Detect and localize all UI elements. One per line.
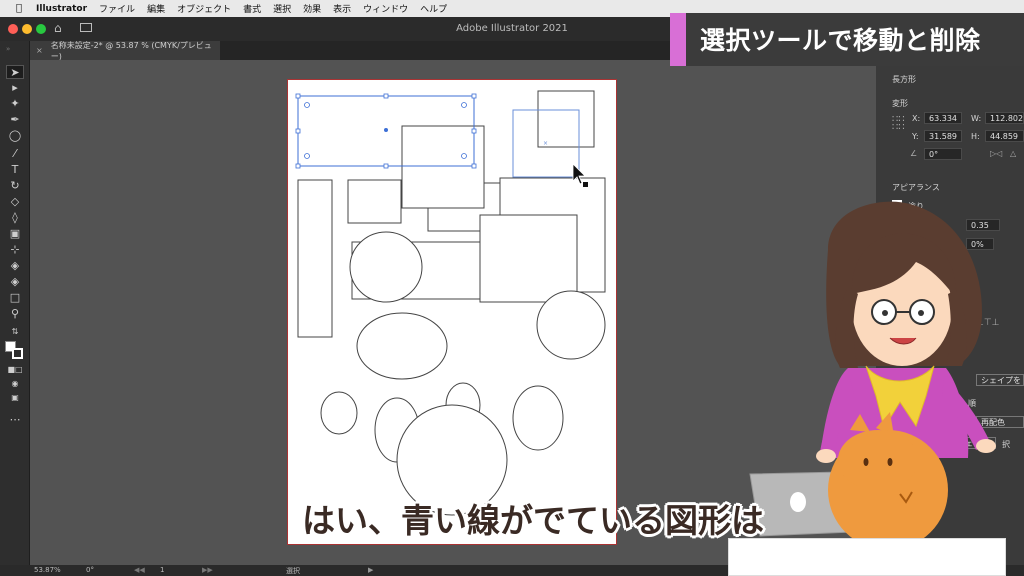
small-rectangle[interactable]	[347, 179, 402, 224]
flip-horizontal-icon[interactable]: ▷◁	[990, 149, 1002, 158]
resize-handle-bm[interactable]	[383, 163, 389, 169]
resize-handle-bl[interactable]	[295, 163, 301, 169]
rotation-view[interactable]: 0°	[86, 566, 94, 574]
ellipse-small-left[interactable]	[320, 391, 358, 435]
circle-right[interactable]	[536, 290, 606, 360]
w-label: W:	[971, 114, 982, 123]
center-point	[384, 128, 388, 132]
corner-widget-bl[interactable]	[304, 153, 310, 159]
presenter-illustration	[749, 201, 996, 550]
resize-handle-tm[interactable]	[383, 93, 389, 99]
resize-handle-br[interactable]	[471, 163, 477, 169]
artboard-nav-prev-icon[interactable]: ◀◀	[134, 566, 145, 574]
current-tool-status: 選択	[286, 567, 300, 575]
resize-handle-tl[interactable]	[295, 93, 301, 99]
top-right-square[interactable]	[537, 90, 595, 148]
resize-handle-mr[interactable]	[471, 128, 477, 134]
move-preview-marker: ×	[543, 140, 548, 147]
y-label: Y:	[912, 132, 919, 141]
zoom-level[interactable]: 53.87%	[34, 566, 61, 574]
object-type-label: 長方形	[892, 75, 916, 84]
h-field[interactable]: 44.859	[985, 130, 1024, 142]
artboard-number[interactable]: 1	[160, 566, 164, 574]
h-label: H:	[971, 132, 980, 141]
corner-widget-tl[interactable]	[304, 102, 310, 108]
circle-left[interactable]	[349, 231, 423, 303]
title-banner-text: 選択ツールで移動と削除	[700, 26, 981, 55]
angle-field[interactable]: 0°	[924, 148, 962, 160]
subtitle-caption: はい、青い線がでている図形は	[302, 501, 764, 540]
flip-vertical-icon[interactable]: △	[1010, 149, 1016, 158]
presenter-desk	[728, 538, 1006, 576]
corner-widget-tr[interactable]	[461, 102, 467, 108]
title-banner-accent	[670, 13, 686, 66]
x-field[interactable]: 63.334	[924, 112, 962, 124]
reference-point-icon[interactable]: ∷∷ ∷∷	[892, 115, 905, 133]
transform-heading: 変形	[892, 99, 908, 108]
status-menu-icon[interactable]: ▶	[368, 566, 373, 574]
resize-handle-tr[interactable]	[471, 93, 477, 99]
ellipse-center[interactable]	[356, 312, 448, 380]
ellipse-right[interactable]	[512, 385, 564, 451]
y-field[interactable]: 31.589	[924, 130, 962, 142]
w-field[interactable]: 112.802	[985, 112, 1024, 124]
resize-handle-ml[interactable]	[295, 128, 301, 134]
x-label: X:	[912, 114, 921, 123]
front-square[interactable]	[479, 214, 578, 303]
tall-rectangle[interactable]	[297, 179, 333, 338]
artboard-nav-next-icon[interactable]: ▶▶	[202, 566, 213, 574]
rotate-angle-icon: ∠	[910, 149, 918, 158]
